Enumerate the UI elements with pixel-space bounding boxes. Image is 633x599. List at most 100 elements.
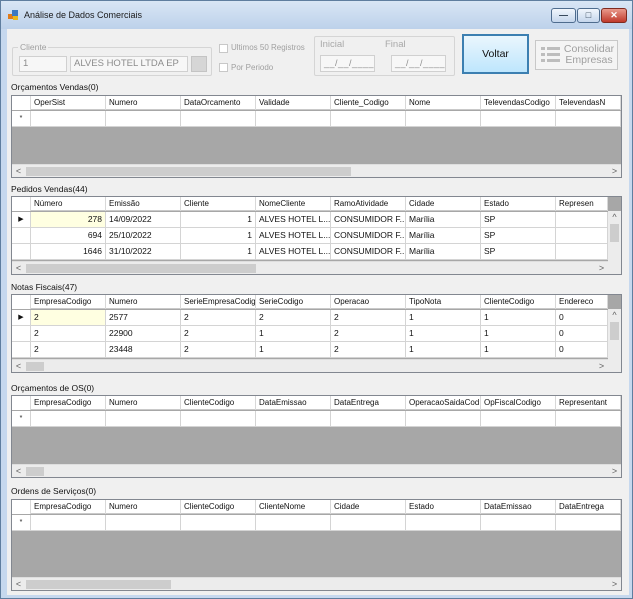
- grid-cell[interactable]: [556, 411, 621, 426]
- grid-cell[interactable]: [406, 515, 481, 530]
- grid-cell[interactable]: SP: [481, 212, 556, 227]
- grid-cell[interactable]: [556, 111, 621, 126]
- scroll-left-icon[interactable]: <: [12, 360, 25, 372]
- column-header[interactable]: EmpresaCodigo: [31, 396, 106, 410]
- column-header[interactable]: Numero: [106, 96, 181, 110]
- grid-cell[interactable]: 1: [181, 244, 256, 259]
- column-header[interactable]: NomeCliente: [256, 197, 331, 211]
- grid-cell[interactable]: CONSUMIDOR F...: [331, 228, 406, 243]
- column-header[interactable]: ClienteCodigo: [481, 295, 556, 309]
- column-header[interactable]: TipoNota: [406, 295, 481, 309]
- column-header[interactable]: Nome: [406, 96, 481, 110]
- notas-fiscais-grid[interactable]: EmpresaCodigo Numero SerieEmpresaCodig S…: [11, 294, 622, 373]
- grid-cell[interactable]: CONSUMIDOR F...: [331, 212, 406, 227]
- grid-cell[interactable]: 22900: [106, 326, 181, 341]
- column-header[interactable]: Número: [31, 197, 106, 211]
- inicial-date-field[interactable]: __/__/____: [320, 55, 375, 72]
- scroll-thumb[interactable]: [26, 362, 44, 371]
- maximize-button[interactable]: □: [577, 8, 600, 23]
- scroll-thumb[interactable]: [26, 580, 171, 589]
- column-header[interactable]: Estado: [406, 500, 481, 514]
- grid-cell[interactable]: 23448: [106, 342, 181, 357]
- scroll-right-icon[interactable]: >: [608, 578, 621, 590]
- column-header[interactable]: DataEntrega: [331, 396, 406, 410]
- grid-cell[interactable]: 2: [181, 310, 256, 325]
- grid-cell[interactable]: SP: [481, 228, 556, 243]
- ordens-servicos-grid[interactable]: EmpresaCodigo Numero ClienteCodigo Clien…: [11, 499, 622, 591]
- grid-cell[interactable]: 2: [331, 326, 406, 341]
- grid-cell[interactable]: [556, 244, 608, 259]
- vertical-scrollbar[interactable]: ^ v: [608, 309, 621, 372]
- column-header[interactable]: OpFiscalCodigo: [481, 396, 556, 410]
- column-header[interactable]: SerieEmpresaCodig: [181, 295, 256, 309]
- grid-cell[interactable]: SP: [481, 244, 556, 259]
- column-header[interactable]: EmpresaCodigo: [31, 295, 106, 309]
- scroll-right-icon[interactable]: >: [608, 465, 621, 477]
- column-header[interactable]: EmpresaCodigo: [31, 500, 106, 514]
- grid-cell[interactable]: [331, 411, 406, 426]
- grid-cell[interactable]: 25/10/2022: [106, 228, 181, 243]
- table-row[interactable]: 1646 31/10/2022 1 ALVES HOTEL L... CONSU…: [12, 244, 608, 260]
- column-header[interactable]: Numero: [106, 500, 181, 514]
- scroll-right-icon[interactable]: >: [608, 165, 621, 177]
- close-button[interactable]: ✕: [601, 8, 627, 23]
- table-row[interactable]: 2 22900 2 1 2 1 1 0: [12, 326, 608, 342]
- grid-cell[interactable]: [256, 515, 331, 530]
- horizontal-scrollbar[interactable]: < >: [12, 464, 621, 477]
- column-header[interactable]: Endereco: [556, 295, 608, 309]
- new-row[interactable]: *: [12, 515, 621, 531]
- grid-cell[interactable]: [181, 111, 256, 126]
- grid-cell[interactable]: [31, 111, 106, 126]
- grid-cell[interactable]: [181, 515, 256, 530]
- column-header[interactable]: DataEntrega: [556, 500, 621, 514]
- column-header[interactable]: Emissão: [106, 197, 181, 211]
- horizontal-scrollbar[interactable]: < >: [12, 359, 608, 372]
- grid-cell[interactable]: CONSUMIDOR F...: [331, 244, 406, 259]
- orcamentos-os-grid[interactable]: EmpresaCodigo Numero ClienteCodigo DataE…: [11, 395, 622, 478]
- new-row[interactable]: *: [12, 111, 621, 127]
- column-header[interactable]: Cliente: [181, 197, 256, 211]
- column-header[interactable]: Operacao: [331, 295, 406, 309]
- grid-cell[interactable]: [31, 411, 106, 426]
- column-header[interactable]: OperacaoSaidaCod: [406, 396, 481, 410]
- grid-cell[interactable]: [331, 515, 406, 530]
- table-row[interactable]: ▶ 278 14/09/2022 1 ALVES HOTEL L... CONS…: [12, 212, 608, 228]
- grid-cell[interactable]: [556, 515, 621, 530]
- scroll-left-icon[interactable]: <: [12, 165, 25, 177]
- grid-cell[interactable]: ALVES HOTEL L...: [256, 244, 331, 259]
- grid-cell[interactable]: [481, 111, 556, 126]
- column-header[interactable]: DataEmissao: [256, 396, 331, 410]
- ultimos-checkbox[interactable]: [219, 44, 228, 53]
- title-bar[interactable]: Análise de Dados Comerciais — □ ✕: [1, 1, 632, 29]
- orcamentos-vendas-grid[interactable]: OperSist Numero DataOrcamento Validade C…: [11, 95, 622, 178]
- grid-cell[interactable]: [331, 111, 406, 126]
- grid-cell[interactable]: [556, 228, 608, 243]
- grid-cell[interactable]: [481, 411, 556, 426]
- grid-cell[interactable]: 2: [181, 342, 256, 357]
- table-row[interactable]: ▶ 2 2577 2 2 2 1 1 0: [12, 310, 608, 326]
- grid-cell[interactable]: [181, 411, 256, 426]
- grid-cell[interactable]: 1: [181, 228, 256, 243]
- grid-cell[interactable]: 1: [481, 310, 556, 325]
- scroll-up-icon[interactable]: ^: [608, 309, 621, 321]
- column-header[interactable]: ClienteCodigo: [181, 396, 256, 410]
- column-header[interactable]: Estado: [481, 197, 556, 211]
- table-row[interactable]: 2 23448 2 1 2 1 1 0: [12, 342, 608, 358]
- column-header[interactable]: DataOrcamento: [181, 96, 256, 110]
- grid-cell[interactable]: [106, 411, 181, 426]
- vertical-scrollbar[interactable]: ^ v: [608, 211, 621, 274]
- horizontal-scrollbar[interactable]: < >: [12, 164, 621, 177]
- grid-cell[interactable]: Marília: [406, 212, 481, 227]
- grid-cell[interactable]: 0: [556, 342, 608, 357]
- scroll-up-icon[interactable]: ^: [608, 211, 621, 223]
- scroll-left-icon[interactable]: <: [12, 465, 25, 477]
- grid-cell[interactable]: [31, 515, 106, 530]
- grid-cell[interactable]: 2577: [106, 310, 181, 325]
- column-header[interactable]: OperSist: [31, 96, 106, 110]
- grid-cell[interactable]: [106, 515, 181, 530]
- column-header[interactable]: Represen: [556, 197, 608, 211]
- grid-cell[interactable]: Marília: [406, 228, 481, 243]
- consolidar-button[interactable]: Consolidar Empresas: [535, 40, 618, 70]
- grid-cell[interactable]: 1: [256, 326, 331, 341]
- scroll-left-icon[interactable]: <: [12, 578, 25, 590]
